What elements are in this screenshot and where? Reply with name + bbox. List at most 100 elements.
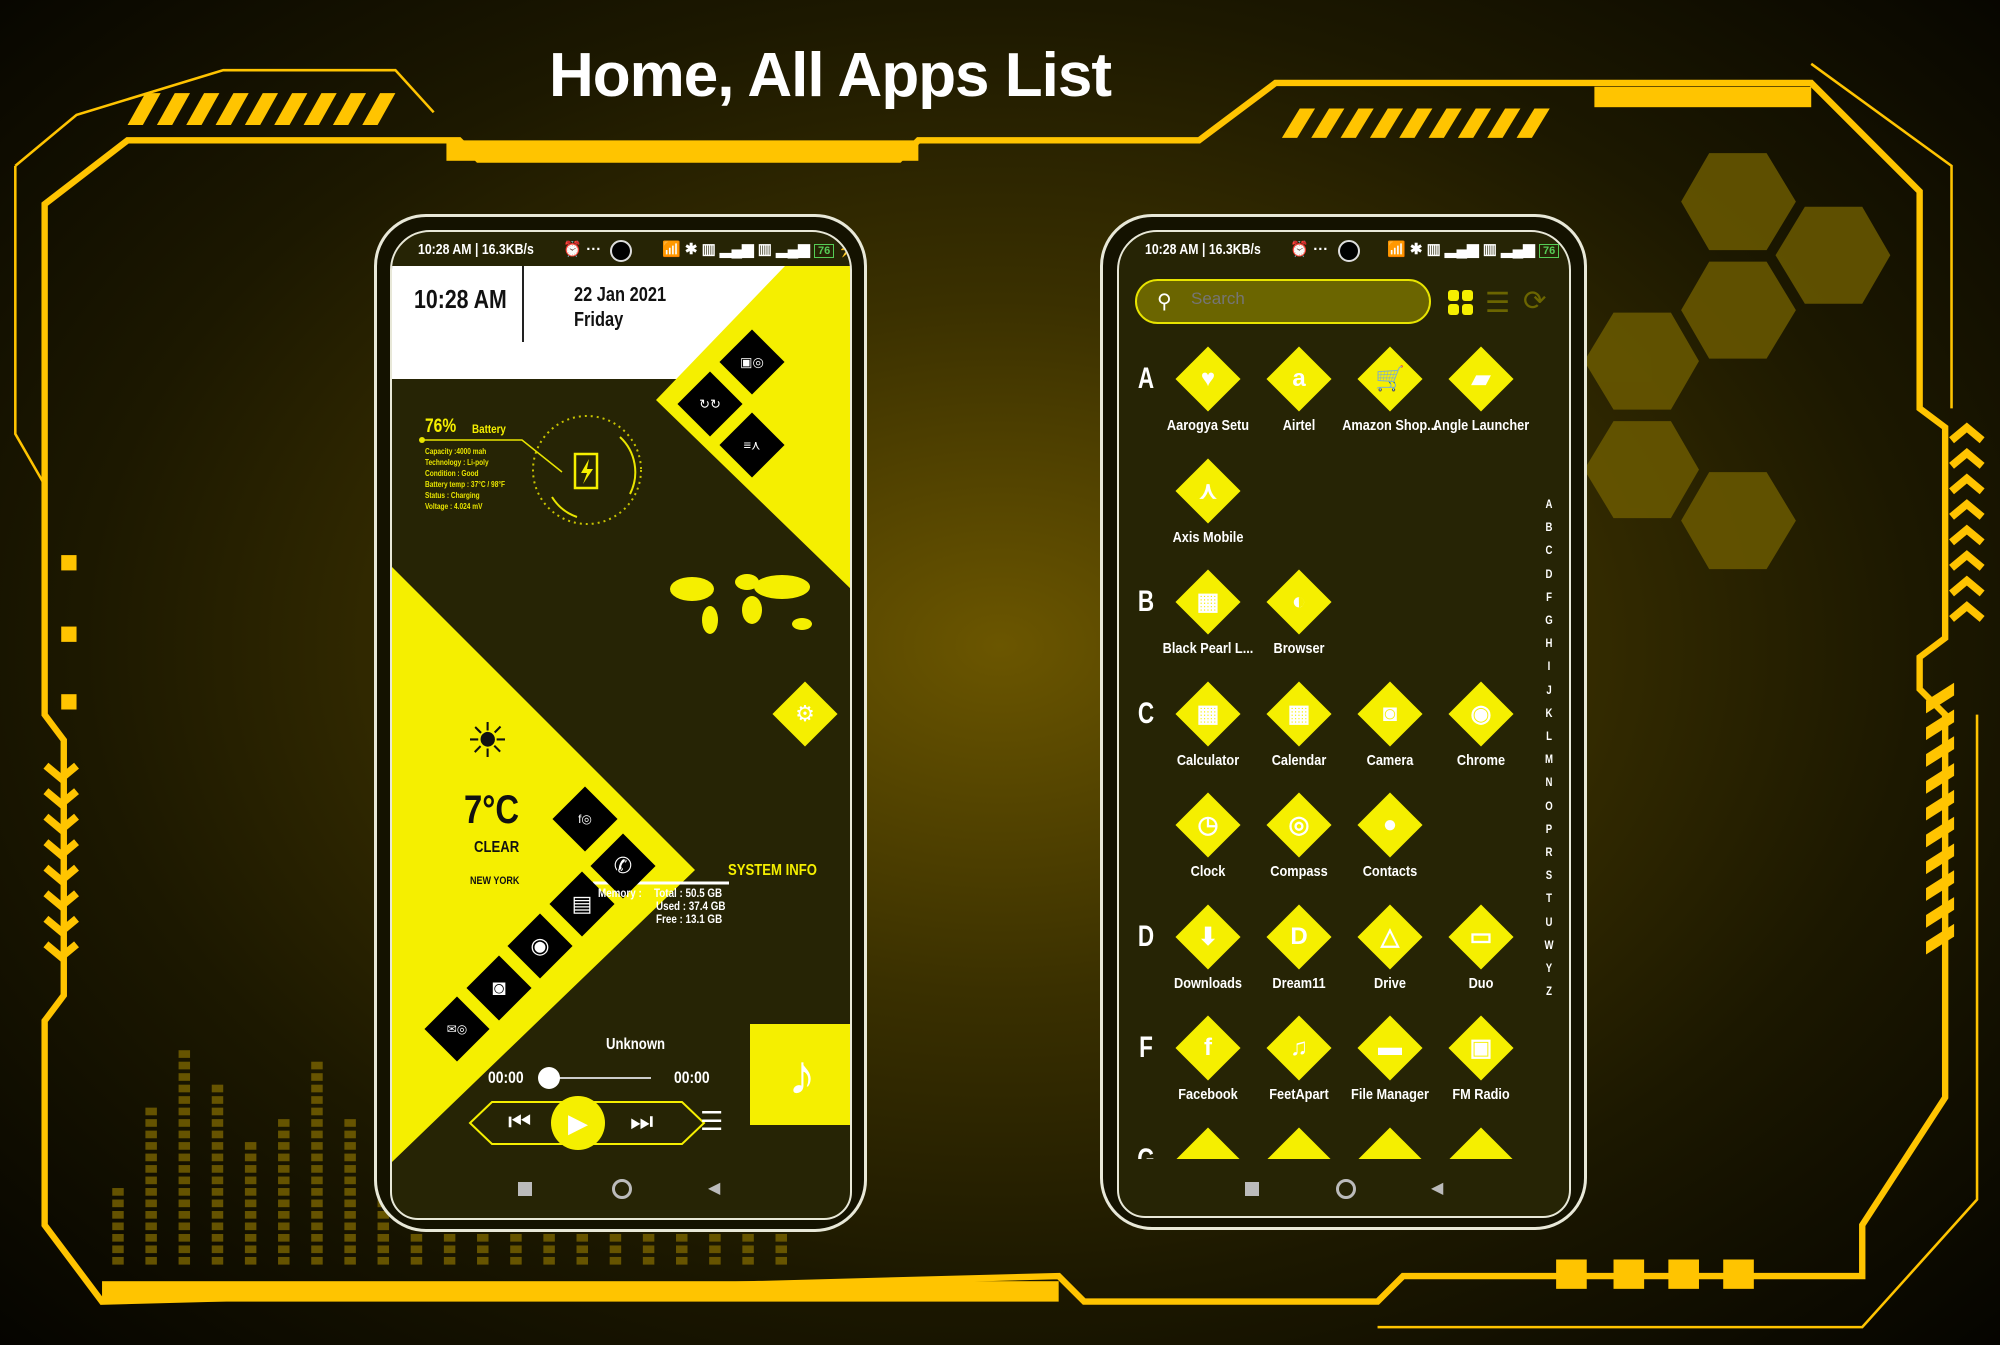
index-letter[interactable]: Z (1546, 984, 1552, 998)
index-letter[interactable]: A (1546, 497, 1553, 511)
clock-time[interactable]: 10:28 AM (414, 284, 507, 315)
equalizer-bar (775, 1233, 787, 1242)
equalizer-bar (543, 1256, 555, 1265)
app-label[interactable]: Airtel (1283, 417, 1316, 434)
index-letter[interactable]: R (1546, 845, 1553, 859)
equalizer-bar (311, 1222, 323, 1231)
section-letter: C (1137, 696, 1155, 730)
equalizer-bar (145, 1153, 157, 1162)
app-icon-app[interactable] (1357, 1126, 1423, 1159)
equalizer-bar (642, 1245, 655, 1254)
index-letter[interactable]: T (1546, 891, 1552, 905)
app-label[interactable]: FeetApart (1269, 1086, 1329, 1103)
equalizer-bar (344, 1222, 356, 1231)
home-button[interactable] (1336, 1179, 1356, 1199)
memory-free: Free : 13.1 GB (656, 912, 723, 926)
battery-detail-line: Voltage : 4.024 mV (425, 502, 483, 511)
recents-button[interactable] (518, 1182, 532, 1196)
index-letter[interactable]: W (1544, 938, 1553, 952)
app-label[interactable]: Camera (1367, 752, 1414, 769)
app-label[interactable]: Duo (1469, 975, 1494, 992)
home-button[interactable] (612, 1179, 632, 1199)
equalizer-bar (211, 1119, 224, 1127)
app-label[interactable]: Aarogya Setu (1167, 417, 1249, 434)
index-letter[interactable]: U (1546, 915, 1553, 929)
app-label[interactable]: Axis Mobile (1173, 529, 1244, 546)
equalizer-bar (510, 1233, 522, 1242)
app-label[interactable]: File Manager (1351, 1086, 1429, 1103)
app-label[interactable]: Clock (1191, 863, 1226, 880)
index-letter[interactable]: G (1545, 613, 1552, 627)
hazard-stripe (1487, 108, 1521, 138)
equalizer-bar (244, 1256, 257, 1265)
app-label[interactable]: Drive (1374, 975, 1406, 992)
fm-radio-icon: ▣ (1469, 1034, 1493, 1062)
index-letter[interactable]: S (1546, 868, 1552, 882)
recents-button[interactable] (1245, 1182, 1259, 1196)
seek-slider-thumb[interactable] (538, 1067, 560, 1089)
tools-folder-icon: ≡⋏ (743, 437, 761, 453)
equalizer-bar (178, 1176, 191, 1185)
app-label[interactable]: Calendar (1272, 752, 1327, 769)
app-label[interactable]: Contacts (1363, 863, 1418, 880)
app-label[interactable]: Black Pearl L... (1163, 640, 1254, 657)
equalizer-bar (311, 1256, 323, 1265)
app-label[interactable]: Calculator (1177, 752, 1239, 769)
previous-track-button[interactable]: ⏮ (508, 1108, 531, 1134)
play-button[interactable]: ▶ (551, 1096, 605, 1150)
index-letter[interactable]: M (1545, 752, 1553, 766)
playlist-icon[interactable]: ☰ (700, 1108, 723, 1134)
index-letter[interactable]: N (1546, 775, 1553, 789)
index-letter[interactable]: D (1546, 567, 1553, 581)
back-button[interactable]: ◀ (708, 1178, 720, 1198)
app-label[interactable]: Angle Launcher (1433, 417, 1529, 434)
index-letter[interactable]: J (1546, 683, 1551, 697)
system-info-title: SYSTEM INFO (728, 862, 817, 879)
browser-icon: ◐ (1291, 588, 1307, 615)
hazard-stripe (1281, 108, 1316, 138)
index-letter[interactable]: Y (1546, 961, 1552, 975)
index-letter[interactable]: O (1545, 799, 1552, 813)
compass-icon: ◎ (1288, 811, 1310, 839)
app-label[interactable]: Downloads (1174, 975, 1242, 992)
equalizer-bar (112, 1256, 124, 1265)
index-letter[interactable]: H (1546, 636, 1553, 650)
battery-detail-line: Capacity :4000 mah (425, 447, 487, 456)
equalizer-bar (112, 1188, 124, 1196)
index-letter[interactable]: K (1546, 706, 1553, 720)
equalizer-bar (311, 1188, 323, 1196)
index-letter[interactable]: C (1546, 543, 1553, 557)
index-letter[interactable]: B (1546, 520, 1553, 534)
equalizer-bar (178, 1096, 191, 1104)
gear-icon: ⚙ (795, 701, 815, 726)
music-note-icon[interactable]: ♪ (750, 1024, 850, 1125)
app-label[interactable]: Chrome (1457, 752, 1505, 769)
hazard-stripe (1926, 843, 1955, 875)
app-label[interactable]: Compass (1270, 863, 1327, 880)
equalizer-bar (145, 1130, 157, 1139)
app-label[interactable]: Browser (1273, 640, 1324, 657)
back-button[interactable]: ◀ (1431, 1178, 1443, 1198)
app-label[interactable]: Amazon Shop... (1342, 417, 1438, 434)
index-letter[interactable]: P (1546, 822, 1552, 836)
sun-icon: ☀ (466, 715, 510, 768)
equalizer-bar (211, 1084, 224, 1093)
equalizer-bar (211, 1176, 224, 1185)
app-icon-app[interactable] (1448, 1126, 1514, 1159)
app-icon-app[interactable] (1266, 1126, 1332, 1159)
app-label[interactable]: FM Radio (1452, 1086, 1509, 1103)
index-letter[interactable]: I (1548, 659, 1551, 673)
equalizer-bar (145, 1119, 157, 1127)
airtel-icon: a (1292, 365, 1306, 392)
next-track-button[interactable]: ⏭ (630, 1108, 653, 1134)
app-label[interactable]: Facebook (1178, 1086, 1238, 1103)
equalizer-bar (145, 1256, 157, 1265)
app-label[interactable]: Dream11 (1272, 975, 1325, 992)
equalizer-bar (211, 1107, 224, 1116)
app-icon-app[interactable] (1175, 1126, 1241, 1159)
equalizer-bar (510, 1256, 522, 1265)
equalizer-bar (244, 1142, 257, 1150)
equalizer-bar (211, 1096, 224, 1104)
index-letter[interactable]: F (1546, 590, 1552, 604)
index-letter[interactable]: L (1546, 729, 1552, 743)
